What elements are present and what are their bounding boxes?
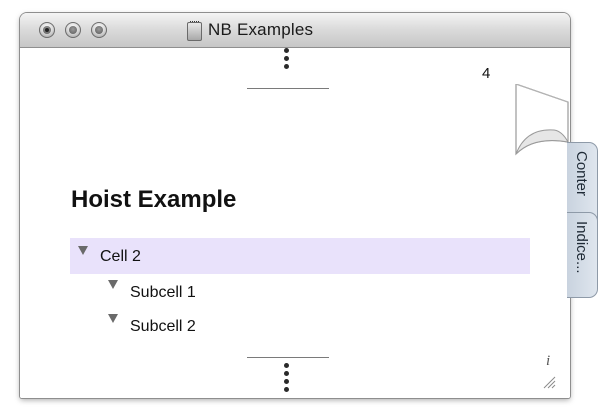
page-break-dots-bottom[interactable] [284, 363, 290, 395]
side-tab-label: Indice... [573, 221, 590, 274]
page-curl-icon[interactable] [514, 84, 570, 156]
side-tab-label: Conter [573, 151, 590, 197]
side-tab-index[interactable]: Indice... [567, 212, 598, 298]
page-break-line-top [247, 88, 329, 89]
subcell-label[interactable]: Subcell 2 [130, 318, 196, 336]
page-break-dots-top[interactable] [284, 48, 290, 72]
info-icon[interactable]: i [546, 353, 550, 370]
disclosure-triangle-icon[interactable] [108, 280, 118, 289]
zoom-button[interactable] [91, 22, 107, 38]
close-button[interactable] [39, 22, 55, 38]
page-break-line-bottom [247, 357, 329, 358]
notebook-window: NB Examples 4 Hoist Example Cell 2 Subce… [20, 13, 570, 398]
notebook-page[interactable]: 4 Hoist Example Cell 2 Subcell 1 Subcell… [20, 48, 570, 398]
disclosure-triangle-icon[interactable] [108, 314, 118, 323]
page-number: 4 [482, 65, 491, 82]
title-bar[interactable]: NB Examples [20, 13, 570, 48]
minimize-button[interactable] [65, 22, 81, 38]
resize-grip-icon[interactable] [542, 375, 556, 389]
document-icon [187, 21, 202, 41]
cell-row-selected[interactable]: Cell 2 [70, 238, 530, 274]
section-heading[interactable]: Hoist Example [71, 186, 236, 214]
window-title: NB Examples [208, 20, 314, 39]
cell-label: Cell 2 [100, 248, 141, 265]
disclosure-triangle-icon[interactable] [78, 246, 88, 255]
subcell-label[interactable]: Subcell 1 [130, 284, 196, 302]
